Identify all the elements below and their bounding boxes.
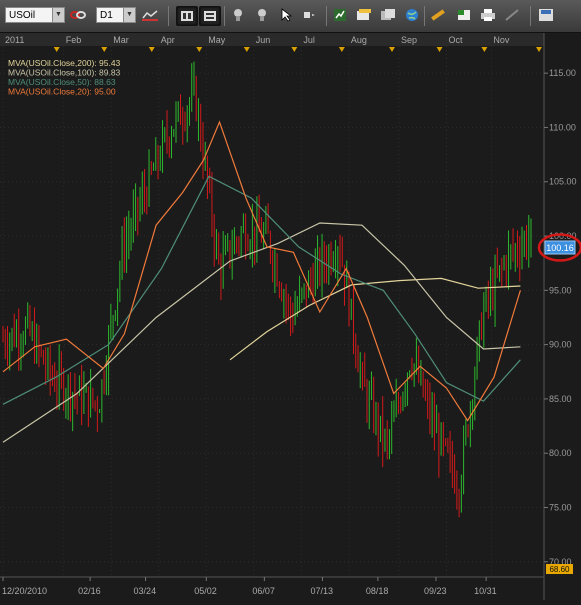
globe-icon[interactable]	[402, 6, 422, 24]
date-tick-label: 10/31	[474, 586, 497, 596]
excel-icon[interactable]	[454, 6, 474, 24]
save-icon[interactable]	[536, 6, 556, 24]
month-label: Sep	[401, 35, 417, 45]
month-label: Mar	[113, 35, 129, 45]
price-tick-label: 115.00	[549, 68, 576, 78]
symbol-select[interactable]: USOil ▼	[5, 7, 65, 23]
symbol-value: USOil	[9, 10, 36, 21]
arrow-cursor-icon[interactable]	[276, 6, 296, 24]
legend-entry: MVA(USOil.Close,200): 95.43	[8, 58, 121, 68]
timeframe-select[interactable]: D1 ▼	[96, 7, 136, 23]
month-label: Aug	[351, 35, 367, 45]
note-icon[interactable]	[354, 6, 374, 24]
price-tick-label: 75.00	[549, 503, 572, 513]
month-label: 2011	[5, 35, 24, 45]
chevron-down-icon[interactable]: ▼	[123, 8, 135, 22]
chevron-down-icon[interactable]: ▼	[52, 8, 64, 22]
period-1-icon[interactable]	[176, 6, 198, 26]
date-tick-label: 03/24	[134, 586, 157, 596]
link-icon[interactable]	[68, 6, 88, 24]
date-tick-label: 12/20/2010	[2, 586, 47, 596]
month-label: Jun	[256, 35, 271, 45]
indicator-icon[interactable]	[330, 6, 350, 24]
template-icon[interactable]	[378, 6, 398, 24]
month-label: Feb	[66, 35, 82, 45]
draw-icon[interactable]	[502, 6, 522, 24]
date-tick-label: 06/07	[252, 586, 275, 596]
legend-entry: MVA(USOil.Close,100): 89.83	[8, 68, 121, 78]
print-icon[interactable]	[478, 6, 498, 24]
date-tick-label: 09/23	[424, 586, 447, 596]
month-label: May	[208, 35, 226, 45]
date-tick-label: 07/13	[310, 586, 333, 596]
price-tick-label: 105.00	[549, 177, 577, 187]
date-tick-label: 02/16	[78, 586, 101, 596]
legend-entry: MVA(USOil.Close,50): 88.63	[8, 77, 116, 87]
legend-entry: MVA(USOil.Close,20): 95.00	[8, 87, 116, 97]
price-tick-label: 90.00	[549, 340, 572, 350]
price-tick-label: 110.00	[549, 122, 576, 132]
date-tick-label: 08/18	[366, 586, 389, 596]
price-tick-label: 85.00	[549, 394, 572, 404]
bottom-price-label: 68.60	[549, 565, 570, 574]
month-label: Nov	[493, 35, 510, 45]
price-chart[interactable]: 2011 Feb Mar Apr May Jun Jul Aug Sep Oct Nov MVA(U…	[0, 33, 581, 600]
price-tick-label: 95.00	[549, 285, 572, 295]
ruler-icon[interactable]	[428, 6, 448, 24]
price-tick-label: 80.00	[549, 448, 572, 458]
current-price-label: 100.16	[546, 243, 574, 253]
crosshair-icon[interactable]	[228, 6, 248, 24]
month-label: Apr	[161, 35, 175, 45]
chart-toolbar: USOil ▼ D1 ▼	[0, 0, 581, 33]
bottom-price-marker: 68.60	[546, 564, 573, 574]
chart-type-icon[interactable]	[140, 6, 160, 24]
pointer-icon[interactable]	[252, 6, 272, 24]
month-label: Jul	[303, 35, 315, 45]
month-label: Oct	[449, 35, 464, 45]
chart-canvas[interactable]: 2011 Feb Mar Apr May Jun Jul Aug Sep Oct Nov MVA(U…	[0, 33, 581, 600]
indicator-legend: MVA(USOil.Close,200): 95.43MVA(USOil.Clo…	[8, 58, 121, 97]
period-2-icon[interactable]	[199, 6, 221, 26]
timeframe-value: D1	[100, 10, 113, 21]
shape-icon[interactable]	[298, 6, 318, 24]
date-tick-label: 05/02	[194, 586, 217, 596]
